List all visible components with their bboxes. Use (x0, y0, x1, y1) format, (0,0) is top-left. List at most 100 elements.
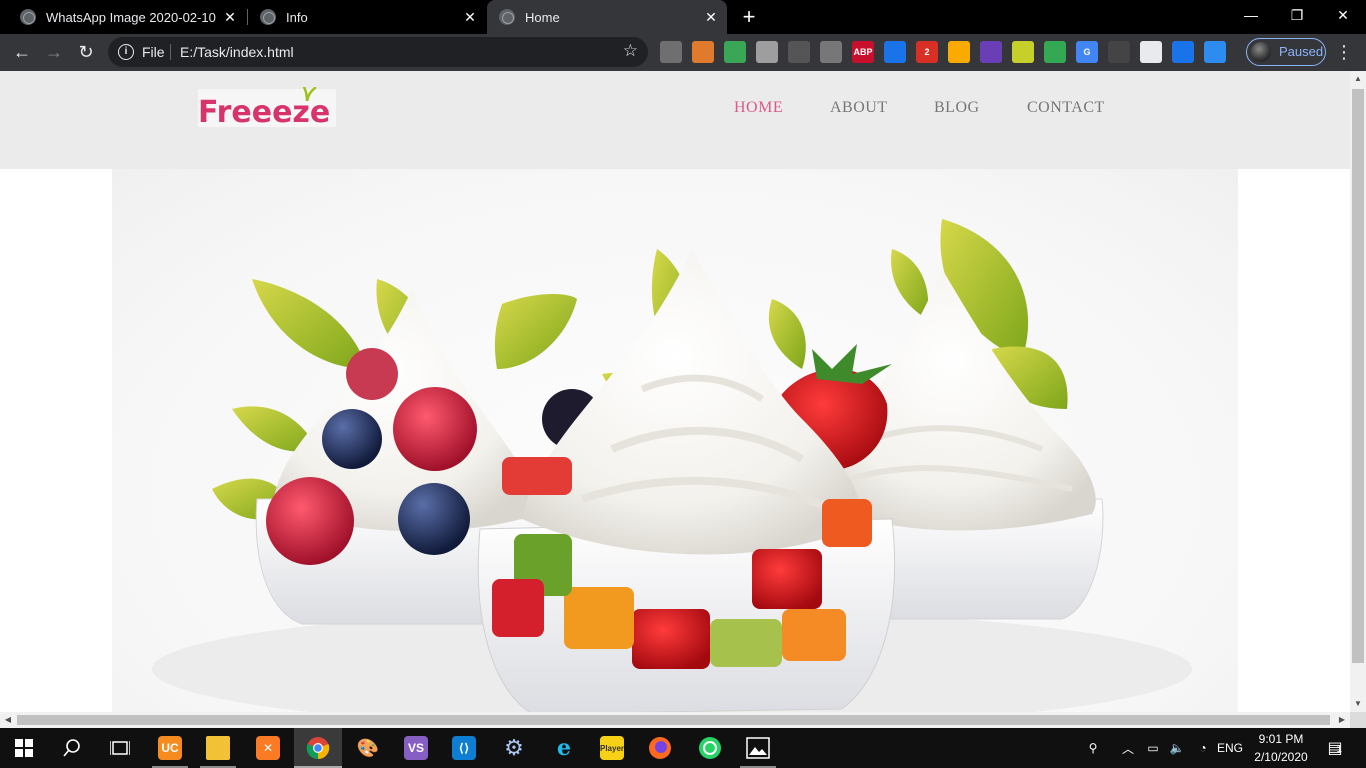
extension-18-icon[interactable] (1204, 41, 1226, 63)
vertical-scroll-thumb[interactable] (1352, 89, 1364, 663)
visual-studio-icon[interactable]: VS (392, 728, 440, 768)
extension-8-icon[interactable] (884, 41, 906, 63)
scroll-left-arrow-icon[interactable]: ◀ (0, 712, 16, 728)
extension-2-icon[interactable] (692, 41, 714, 63)
tab-title: Info (286, 9, 308, 25)
close-tab-icon[interactable]: ✕ (220, 9, 240, 26)
horizontal-scroll-thumb[interactable] (17, 715, 1330, 725)
tab-title: Home (525, 9, 560, 25)
vscode-icon[interactable]: ⟨⟩ (440, 728, 488, 768)
nav-blog[interactable]: BLOG (934, 99, 980, 117)
close-tab-icon[interactable]: ✕ (460, 9, 480, 26)
task-view-icon[interactable] (96, 728, 144, 768)
windows-taskbar: UC ✕ 🎨 VS ⟨⟩ ⚙ e Player ⚲ ︿ ▭ 🔈 ◔ ENG 9:… (0, 728, 1366, 768)
scroll-right-arrow-icon[interactable]: ▶ (1334, 712, 1350, 728)
new-tab-button[interactable]: + (738, 4, 760, 30)
photos-icon[interactable] (734, 728, 782, 768)
reload-button[interactable]: ↻ (72, 38, 100, 66)
site-logo[interactable]: Freeeze (198, 87, 336, 130)
restore-icon[interactable]: ❐ (1274, 0, 1320, 30)
adblock-plus-icon[interactable]: ABP (852, 41, 874, 63)
hero-image (112, 169, 1238, 712)
paint-icon[interactable]: 🎨 (344, 728, 392, 768)
kiwi-chunk (710, 619, 782, 667)
tab-info[interactable]: Info ✕ (240, 0, 486, 34)
raspberry (346, 348, 398, 400)
blueberry (398, 483, 470, 555)
internet-explorer-icon[interactable]: e (540, 728, 588, 768)
extension-15-icon[interactable] (1108, 41, 1130, 63)
strawberry-chunk (632, 609, 710, 669)
scrollbar-corner (1350, 712, 1366, 728)
tab-strip: WhatsApp Image 2020-02-10 at ✕ Info ✕ Ho… (0, 0, 1366, 34)
search-icon[interactable] (48, 728, 96, 768)
clock-time: 9:01 PM (1258, 732, 1304, 746)
close-tab-icon[interactable]: ✕ (701, 9, 721, 26)
mango-chunk (782, 609, 846, 661)
clock[interactable]: 9:01 PM 2/10/2020 (1246, 730, 1316, 766)
profile-status-label: Paused (1279, 44, 1324, 59)
strawberry-chunk (752, 549, 822, 609)
chrome-icon[interactable] (294, 728, 342, 768)
notification-count: 1 (1336, 744, 1342, 755)
extension-1-icon[interactable] (660, 41, 682, 63)
battery-icon[interactable]: ▭ (1142, 728, 1164, 768)
scroll-down-arrow-icon[interactable]: ▼ (1350, 696, 1366, 712)
google-translate-icon[interactable]: G (1076, 41, 1098, 63)
forward-button[interactable]: → (40, 38, 68, 66)
extension-11-icon[interactable] (980, 41, 1002, 63)
extension-4-icon[interactable] (756, 41, 778, 63)
globe-icon (499, 9, 515, 25)
people-icon[interactable]: ⚲ (1080, 728, 1106, 768)
close-icon[interactable]: ✕ (1320, 0, 1366, 30)
settings-gear-icon[interactable]: ⚙ (490, 728, 538, 768)
file-explorer-icon[interactable] (194, 728, 242, 768)
clock-date: 2/10/2020 (1254, 750, 1308, 764)
nav-about[interactable]: ABOUT (830, 99, 888, 117)
logo-text: Freeeze (198, 95, 331, 130)
site-scheme-label: File (142, 44, 165, 60)
wifi-icon[interactable]: ◔ (1192, 728, 1214, 768)
back-button[interactable]: ← (8, 38, 36, 66)
url-text[interactable]: E:/Task/index.html (180, 44, 294, 60)
tab-home[interactable]: Home ✕ (487, 0, 727, 34)
extension-5-icon[interactable] (788, 41, 810, 63)
more-menu-icon[interactable]: ⋮ (1334, 38, 1354, 66)
uc-browser-icon[interactable]: UC (146, 728, 194, 768)
volume-icon[interactable]: 🔈 (1166, 728, 1188, 768)
scroll-up-arrow-icon[interactable]: ▲ (1350, 71, 1366, 87)
bookmark-star-icon[interactable]: ☆ (623, 41, 638, 61)
raspberry (393, 387, 477, 471)
language-indicator[interactable]: ENG (1214, 728, 1246, 768)
whatsapp-icon[interactable] (686, 728, 734, 768)
nav-contact[interactable]: CONTACT (1027, 99, 1105, 117)
extension-10-icon[interactable] (948, 41, 970, 63)
extension-6-icon[interactable] (820, 41, 842, 63)
nav-home[interactable]: HOME (734, 99, 783, 117)
profile-button[interactable]: Paused (1246, 38, 1326, 66)
kmplayer-icon[interactable]: Player (588, 728, 636, 768)
strawberry-chunk (502, 457, 572, 495)
minimize-icon[interactable]: — (1228, 0, 1274, 30)
extension-17-icon[interactable] (1172, 41, 1194, 63)
address-bar[interactable]: i File E:/Task/index.html ☆ (108, 37, 648, 67)
extension-13-icon[interactable] (1044, 41, 1066, 63)
avatar (1251, 42, 1271, 62)
start-button[interactable] (0, 728, 48, 768)
firefox-icon[interactable] (636, 728, 684, 768)
extension-9-icon[interactable]: 2 (916, 41, 938, 63)
action-center-icon[interactable]: ▤ 1 (1320, 728, 1350, 768)
globe-icon (20, 9, 36, 25)
xampp-icon[interactable]: ✕ (244, 728, 292, 768)
site-header: Freeeze HOME ABOUT BLOG CONTACT (0, 71, 1350, 169)
extension-16-icon[interactable] (1140, 41, 1162, 63)
globe-icon (260, 9, 276, 25)
show-hidden-icons-icon[interactable]: ︿ (1118, 728, 1138, 768)
extension-12-icon[interactable] (1012, 41, 1034, 63)
horizontal-scrollbar[interactable]: ◀ ▶ (0, 712, 1350, 728)
omnibox-divider (170, 44, 171, 60)
extension-3-icon[interactable] (724, 41, 746, 63)
vertical-scrollbar[interactable]: ▲ ▼ (1350, 71, 1366, 712)
info-icon[interactable]: i (118, 44, 134, 60)
tab-whatsapp-image[interactable]: WhatsApp Image 2020-02-10 at ✕ (0, 0, 246, 34)
